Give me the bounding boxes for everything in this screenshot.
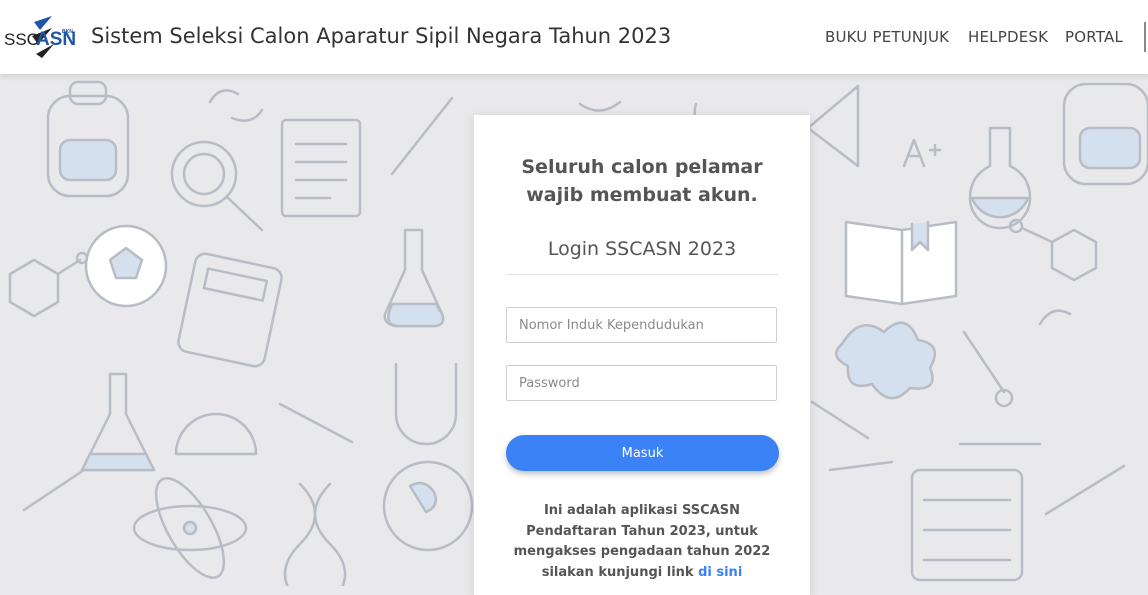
triangle-doodle [806, 84, 860, 168]
sscasn-logo[interactable]: SSC ASN BKN [4, 14, 82, 60]
globe-doodle [382, 460, 474, 552]
login-button[interactable]: Masuk [506, 435, 779, 471]
splat-doodle [835, 321, 937, 400]
microscope-doodle [958, 330, 1042, 446]
magnifier-doodle [170, 140, 264, 232]
abacus-doodle [910, 468, 1024, 582]
notepad-doodle [280, 118, 362, 218]
pencil-right-doodle [1044, 464, 1126, 516]
top-navbar: SSC ASN BKN Sistem Seleksi Calon Aparatu… [0, 0, 1148, 74]
molecule-doodle [8, 251, 89, 318]
pencil-doodle [22, 402, 354, 512]
logo-bkn-badge: BKN [62, 29, 73, 35]
brush-doodle [390, 96, 454, 176]
soccer-ball-doodle [84, 224, 168, 308]
divider [506, 274, 779, 275]
nav-divider [1144, 22, 1146, 52]
nav-buku-petunjuk[interactable]: BUKU PETUNJUK [825, 28, 949, 46]
password-input[interactable] [506, 365, 777, 401]
login-card: Seluruh calon pelamar wajib membuat akun… [474, 115, 810, 595]
ruler-doodle [810, 400, 894, 472]
book-doodle [844, 220, 958, 306]
app-title: Sistem Seleksi Calon Aparatur Sipil Nega… [91, 24, 672, 48]
info-link[interactable]: di sini [698, 565, 742, 580]
nav-portal[interactable]: PORTAL [1065, 28, 1123, 46]
beaker-doodle [80, 372, 156, 472]
backpack-doodle [46, 80, 130, 198]
card-heading: Seluruh calon pelamar wajib membuat akun… [521, 156, 763, 206]
molecule-right-doodle [1008, 218, 1098, 282]
calculator-doodle [177, 252, 283, 368]
login-title: Login SSCASN 2023 [547, 238, 737, 260]
nik-input[interactable] [506, 307, 777, 343]
magnet-doodle [394, 362, 458, 446]
flask-right-doodle [968, 126, 1032, 230]
info-text: Ini adalah aplikasi SSCASN Pendaftaran T… [504, 501, 780, 583]
flask-doodle [383, 228, 445, 328]
backpack-right-doodle [1062, 82, 1148, 186]
protractor-doodle [174, 412, 258, 456]
dna-doodle [283, 482, 347, 586]
text-a-plus-doodle [902, 138, 942, 168]
atom-doodle [132, 477, 248, 579]
nav-helpdesk[interactable]: HELPDESK [968, 28, 1048, 46]
